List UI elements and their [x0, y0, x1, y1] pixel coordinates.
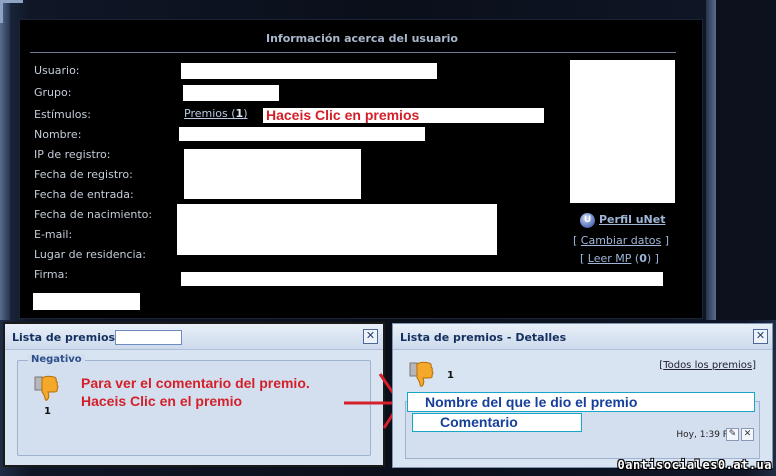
giver-name-hint: Nombre del que le dio el premio [407, 392, 755, 412]
label-grupo: Grupo: [34, 86, 72, 99]
awards-list-titlebar: Lista de premios - ✕ [5, 324, 383, 350]
label-fecha-nacimiento: Fecha de nacimiento: [34, 208, 153, 221]
label-estimulos: Estímulos: [34, 108, 91, 121]
redacted-dates [184, 149, 361, 199]
redacted-usuario [181, 63, 437, 79]
frame-left-edge [0, 0, 23, 320]
label-usuario: Usuario: [34, 64, 80, 77]
unet-icon: U [580, 213, 595, 228]
label-fecha-registro: Fecha de registro: [34, 168, 133, 181]
thumbs-down-icon [409, 361, 434, 387]
leer-mp-link[interactable]: [ Leer MP (0) ] [580, 252, 659, 265]
award-details-window: Lista de premios - Detalles ✕ 1 [Todos l… [392, 323, 773, 468]
label-email: E-mail: [34, 228, 73, 241]
all-awards-link[interactable]: [Todos los premios] [659, 360, 756, 371]
premios-hint-text: Haceis Clic en premios [266, 107, 420, 123]
awards-list-username-field [115, 330, 182, 345]
frame-right-edge [706, 0, 716, 320]
redacted-bottom-left [33, 293, 140, 310]
label-firma: Firma: [34, 268, 69, 281]
watermark: 0antisociales0.at.ua [617, 458, 772, 472]
redacted-personal [177, 204, 497, 255]
awards-hint-line1: Para ver el comentario del premio. [81, 375, 310, 391]
label-ip: IP de registro: [34, 148, 111, 161]
cambiar-datos-link[interactable]: [ Cambiar datos ] [573, 234, 669, 247]
award-count: 1 [44, 406, 51, 417]
awards-hint-line2: Haceis Clic en el premio [81, 393, 243, 409]
delete-icon[interactable]: ✕ [741, 428, 754, 441]
profile-title: Información acerca del usuario [265, 32, 458, 45]
redacted-firma [181, 272, 663, 286]
perfil-unet-link[interactable]: Perfil uNet [599, 213, 665, 226]
award-count: 1 [447, 370, 454, 381]
user-profile-panel: Información acerca del usuario Usuario: … [19, 19, 703, 319]
redacted-grupo [183, 85, 279, 101]
close-icon[interactable]: ✕ [753, 329, 768, 344]
label-fecha-entrada: Fecha de entrada: [34, 188, 134, 201]
redacted-avatar [570, 60, 675, 203]
negative-awards-group: Negativo 1 Para ver el comentario del pr… [17, 354, 371, 456]
title-divider [30, 52, 676, 53]
group-label: Negativo [28, 354, 85, 365]
label-lugar: Lugar de residencia: [34, 248, 147, 261]
edit-icon[interactable]: ✎ [726, 428, 739, 441]
award-details-title: Lista de premios - Detalles [400, 331, 567, 344]
label-nombre: Nombre: [34, 128, 82, 141]
thumbs-down-icon[interactable] [32, 373, 60, 401]
awards-list-title: Lista de premios - [12, 331, 124, 344]
award-details-titlebar: Lista de premios - Detalles ✕ [393, 324, 772, 350]
frame-right-area [714, 0, 776, 320]
comment-hint: Comentario [412, 413, 582, 432]
premios-link[interactable]: Premios (1) [184, 107, 247, 120]
close-icon[interactable]: ✕ [363, 329, 378, 344]
awards-list-window: Lista de premios - ✕ Negativo 1 Para ver… [3, 322, 385, 467]
redacted-nombre [179, 127, 425, 141]
